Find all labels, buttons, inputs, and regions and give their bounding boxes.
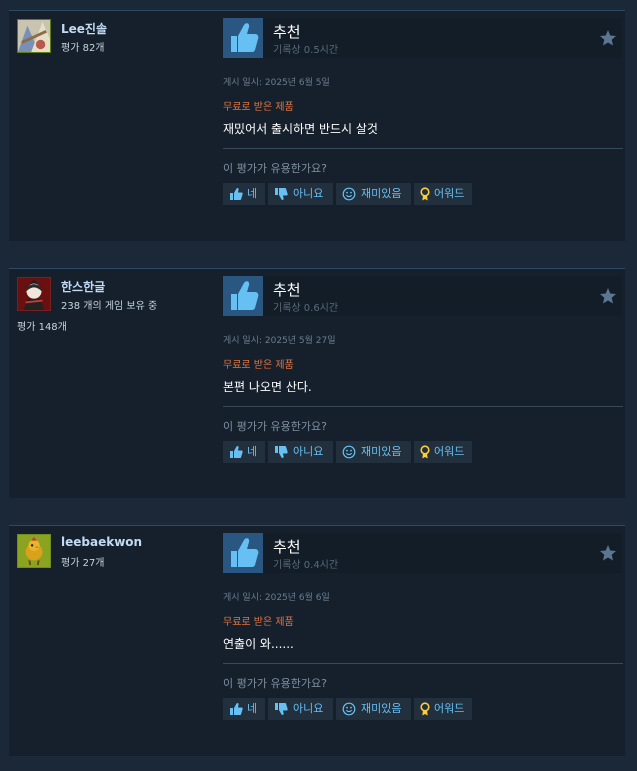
- hours-played: 기록상 0.4시간: [273, 560, 339, 571]
- review-card: 한스한글 238 개의 게임 보유 중 평가 148개 추천 기록상 0.6시간…: [9, 268, 625, 498]
- divider: [223, 406, 623, 407]
- award-label: 어워드: [434, 702, 465, 715]
- hours-played: 기록상 0.5시간: [273, 45, 339, 56]
- author-games-owned[interactable]: 238 개의 게임 보유 중: [61, 297, 157, 312]
- author-review-count[interactable]: 평가 27개: [61, 554, 105, 569]
- avatar-image: [18, 20, 50, 52]
- vote-no-label: 아니요: [293, 187, 324, 200]
- vote-no-button[interactable]: 아니요: [268, 698, 333, 720]
- vote-funny-label: 재미있음: [361, 187, 402, 200]
- vote-no-label: 아니요: [293, 445, 324, 458]
- thumbs-up-icon: [230, 446, 243, 458]
- posted-date: 게시 일시: 2025년 5월 27일: [223, 336, 336, 346]
- vote-no-button[interactable]: 아니요: [268, 441, 333, 463]
- vote-no-label: 아니요: [293, 702, 324, 715]
- hours-played: 기록상 0.6시간: [273, 303, 339, 314]
- recommendation-header[interactable]: 추천 기록상 0.4시간: [222, 533, 622, 573]
- award-icon: [420, 702, 430, 716]
- vote-yes-button[interactable]: 네: [223, 441, 265, 463]
- recommendation-title: 추천: [273, 281, 301, 299]
- author-avatar[interactable]: [17, 534, 51, 568]
- thumbs-down-icon: [275, 188, 288, 200]
- avatar-image: [18, 535, 50, 567]
- thumbs-up-icon: [230, 188, 243, 200]
- author-name[interactable]: leebaekwon: [61, 535, 142, 549]
- posted-date: 게시 일시: 2025년 6월 6일: [223, 593, 330, 603]
- thumbs-down-icon: [275, 446, 288, 458]
- review-body: 본편 나오면 산다.: [223, 380, 312, 394]
- award-button[interactable]: 어워드: [414, 698, 472, 720]
- award-button[interactable]: 어워드: [414, 183, 472, 205]
- recommendation-header[interactable]: 추천 기록상 0.5시간: [222, 18, 622, 58]
- avatar-image: [18, 278, 50, 310]
- received-free-label: 무료로 받은 제품: [223, 617, 294, 628]
- vote-yes-label: 네: [247, 187, 258, 200]
- vote-funny-button[interactable]: 재미있음: [336, 441, 411, 463]
- author-name[interactable]: Lee진솔: [61, 20, 107, 37]
- thumbs-up-icon: [230, 703, 243, 715]
- award-label: 어워드: [434, 187, 465, 200]
- vote-funny-label: 재미있음: [361, 702, 402, 715]
- star-icon[interactable]: [599, 287, 617, 305]
- vote-funny-label: 재미있음: [361, 445, 402, 458]
- review-card: Lee진솔 평가 82개 추천 기록상 0.5시간 게시 일시: 2025년 6…: [9, 10, 625, 241]
- award-icon: [420, 187, 430, 201]
- recommendation-title: 추천: [273, 23, 301, 41]
- vote-no-button[interactable]: 아니요: [268, 183, 333, 205]
- smiley-icon: [342, 445, 356, 459]
- star-icon[interactable]: [599, 29, 617, 47]
- award-button[interactable]: 어워드: [414, 441, 472, 463]
- thumbs-up-icon: [223, 276, 263, 316]
- received-free-label: 무료로 받은 제품: [223, 102, 294, 113]
- recommendation-header[interactable]: 추천 기록상 0.6시간: [222, 276, 622, 316]
- helpful-question: 이 평가가 유용한가요?: [223, 677, 327, 690]
- vote-yes-button[interactable]: 네: [223, 698, 265, 720]
- award-icon: [420, 445, 430, 459]
- author-name[interactable]: 한스한글: [61, 278, 105, 295]
- thumbs-down-icon: [275, 703, 288, 715]
- vote-funny-button[interactable]: 재미있음: [336, 698, 411, 720]
- author-avatar[interactable]: [17, 19, 51, 53]
- vote-yes-button[interactable]: 네: [223, 183, 265, 205]
- received-free-label: 무료로 받은 제품: [223, 360, 294, 371]
- divider: [223, 663, 623, 664]
- smiley-icon: [342, 702, 356, 716]
- helpful-question: 이 평가가 유용한가요?: [223, 162, 327, 175]
- author-review-count[interactable]: 평가 82개: [61, 39, 105, 54]
- review-body: 재밌어서 출시하면 반드시 살것: [223, 122, 378, 136]
- recommendation-title: 추천: [273, 538, 301, 556]
- vote-funny-button[interactable]: 재미있음: [336, 183, 411, 205]
- thumbs-up-icon: [223, 18, 263, 58]
- author-review-count[interactable]: 평가 148개: [17, 318, 67, 333]
- vote-yes-label: 네: [247, 702, 258, 715]
- divider: [223, 148, 623, 149]
- helpful-question: 이 평가가 유용한가요?: [223, 420, 327, 433]
- vote-yes-label: 네: [247, 445, 258, 458]
- thumbs-up-icon: [223, 533, 263, 573]
- review-card: leebaekwon 평가 27개 추천 기록상 0.4시간 게시 일시: 20…: [9, 525, 625, 756]
- author-avatar[interactable]: [17, 277, 51, 311]
- star-icon[interactable]: [599, 544, 617, 562]
- smiley-icon: [342, 187, 356, 201]
- posted-date: 게시 일시: 2025년 6월 5일: [223, 78, 330, 88]
- award-label: 어워드: [434, 445, 465, 458]
- review-body: 연출이 와......: [223, 637, 294, 651]
